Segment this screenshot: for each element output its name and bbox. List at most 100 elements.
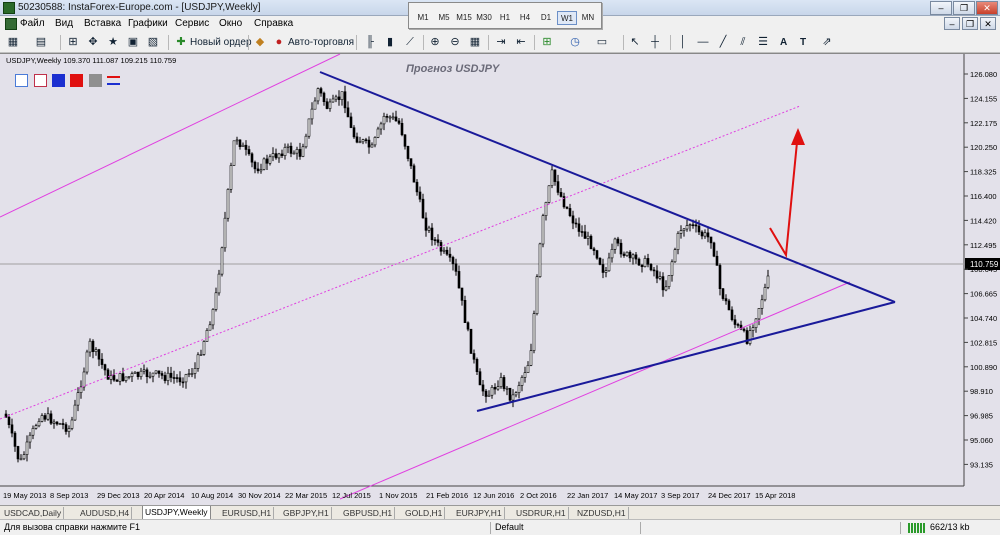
candle-body xyxy=(322,92,326,102)
restore-button[interactable]: ❐ xyxy=(953,1,975,15)
candle-body xyxy=(547,185,551,203)
timeframe-m5[interactable]: M5 xyxy=(434,11,454,25)
child-close-button[interactable]: ✕ xyxy=(980,17,996,30)
candle-body xyxy=(157,370,161,374)
market-watch-icon[interactable]: ⊞ xyxy=(66,35,80,50)
indicators-icon[interactable]: ⊞ xyxy=(540,35,554,50)
bar-chart-icon[interactable]: ╟ xyxy=(363,35,377,50)
timeframe-w1[interactable]: W1 xyxy=(557,11,577,25)
tile-windows-icon[interactable]: ▦ xyxy=(468,35,482,50)
candle-body xyxy=(310,108,314,120)
candle-body xyxy=(43,415,47,420)
profiles-icon[interactable]: ▤ xyxy=(34,35,48,50)
candle-body xyxy=(127,376,131,378)
minimize-button[interactable]: – xyxy=(930,1,952,15)
candle-body xyxy=(79,386,83,393)
candle-body xyxy=(370,144,374,148)
candle-body xyxy=(187,373,191,375)
close-button[interactable]: ✕ xyxy=(976,1,998,15)
line-chart-icon[interactable]: ⟋ xyxy=(403,35,417,50)
chart-shift-icon[interactable]: ⇤ xyxy=(514,35,528,50)
templates-icon[interactable]: ▭ xyxy=(595,35,609,50)
color-box-red[interactable] xyxy=(70,74,83,87)
arrows-icon[interactable]: ⇗ xyxy=(820,35,834,50)
price-chart[interactable]: 110.759 USDJPY,Weekly 109.370 111.087 10… xyxy=(0,54,1000,506)
zoom-in-icon[interactable]: ⊕ xyxy=(428,35,442,50)
cursor-icon[interactable]: ↖ xyxy=(628,35,642,50)
new-order-button[interactable]: Новый ордер xyxy=(190,35,252,50)
menu-help[interactable]: Справка xyxy=(254,18,293,29)
strategy-tester-icon[interactable]: ▧ xyxy=(146,35,160,50)
candle-body xyxy=(283,147,287,157)
timeframe-h4[interactable]: H4 xyxy=(515,11,535,25)
fibonacci-icon[interactable]: ☰ xyxy=(756,35,770,50)
tab-usdjpy-weekly[interactable]: USDJPY,Weekly xyxy=(142,506,211,520)
line-style-box[interactable] xyxy=(107,76,120,85)
menu-window[interactable]: Окно xyxy=(219,18,242,29)
color-box-red-outline[interactable] xyxy=(34,74,47,87)
new-order-icon[interactable]: ✚ xyxy=(174,35,188,50)
crosshair-nav-icon[interactable]: ✥ xyxy=(86,35,100,50)
trendline-icon[interactable]: ╱ xyxy=(716,35,730,50)
candle-body xyxy=(295,149,299,154)
text-tool-button[interactable]: A xyxy=(780,35,787,50)
label-tool-button[interactable]: T xyxy=(800,35,806,50)
menu-tools[interactable]: Сервис xyxy=(175,18,209,29)
candle-body xyxy=(541,215,545,245)
zoom-out-icon[interactable]: ⊖ xyxy=(448,35,462,50)
timeframe-toolbar: M1 M5 M15 M30 H1 H4 D1 W1 MN xyxy=(408,2,602,29)
candle-body xyxy=(139,370,143,378)
candle-body xyxy=(217,273,221,294)
timeframe-mn[interactable]: MN xyxy=(578,11,598,25)
menu-file[interactable]: Файл xyxy=(20,18,45,29)
auto-scroll-icon[interactable]: ⇥ xyxy=(494,35,508,50)
candle-body xyxy=(715,255,719,266)
candle-body xyxy=(523,372,527,378)
candle-body xyxy=(550,169,554,187)
color-box-blue-outline[interactable] xyxy=(15,74,28,87)
child-minimize-button[interactable]: – xyxy=(944,17,960,30)
date-label: 1 Nov 2015 xyxy=(379,491,417,500)
candle-body xyxy=(247,149,251,155)
timeframe-d1[interactable]: D1 xyxy=(536,11,556,25)
menu-charts[interactable]: Графики xyxy=(128,18,168,29)
color-box-blue[interactable] xyxy=(52,74,65,87)
candle-body xyxy=(469,328,473,354)
terminal-icon[interactable]: ▣ xyxy=(126,35,140,50)
candle-body xyxy=(619,242,623,255)
tab-nzdusd-h1[interactable]: NZDUSD,H1 xyxy=(575,507,629,519)
metaeditor-icon[interactable]: ◆ xyxy=(253,35,267,50)
candle-body xyxy=(538,243,542,277)
channel-icon[interactable]: ⫽ xyxy=(736,35,750,50)
new-chart-icon[interactable]: ▦ xyxy=(6,35,20,50)
periods-icon[interactable]: ◷ xyxy=(568,35,582,50)
color-box-gray[interactable] xyxy=(89,74,102,87)
crosshair-icon[interactable]: ┼ xyxy=(648,35,662,50)
autotrading-icon[interactable]: ● xyxy=(272,35,286,50)
tab-eurusd-h1[interactable]: EURUSD,H1 xyxy=(220,507,275,519)
navigator-icon[interactable]: ★ xyxy=(106,35,120,50)
tab-usdrur-h1[interactable]: USDRUR,H1 xyxy=(514,507,569,519)
timeframe-m30[interactable]: M30 xyxy=(474,11,494,25)
candle-body xyxy=(37,421,41,427)
candle-body xyxy=(280,153,284,157)
tab-usdcad-daily[interactable]: USDCAD,Daily xyxy=(2,507,65,519)
tab-gold-h1[interactable]: GOLD,H1 xyxy=(403,507,446,519)
chart-window[interactable]: 110.759 USDJPY,Weekly 109.370 111.087 10… xyxy=(0,53,1000,505)
menu-insert[interactable]: Вставка xyxy=(84,18,121,29)
timeframe-h1[interactable]: H1 xyxy=(495,11,515,25)
candle-body xyxy=(229,165,233,190)
child-restore-button[interactable]: ❐ xyxy=(962,17,978,30)
autotrading-button[interactable]: Авто-торговля xyxy=(288,35,354,50)
tab-gbpusd-h1[interactable]: GBPUSD,H1 xyxy=(341,507,396,519)
horizontal-line-icon[interactable]: — xyxy=(696,35,710,50)
vertical-line-icon[interactable]: │ xyxy=(676,35,690,50)
candle-body xyxy=(484,390,488,397)
tab-audusd-h4[interactable]: AUDUSD,H4 xyxy=(78,507,133,519)
tab-gbpjpy-h1[interactable]: GBPJPY,H1 xyxy=(281,507,332,519)
timeframe-m1[interactable]: M1 xyxy=(413,11,433,25)
menu-view[interactable]: Вид xyxy=(55,18,73,29)
candlestick-icon[interactable]: ▮ xyxy=(383,35,397,50)
tab-eurjpy-h1[interactable]: EURJPY,H1 xyxy=(454,507,505,519)
timeframe-m15[interactable]: M15 xyxy=(454,11,474,25)
